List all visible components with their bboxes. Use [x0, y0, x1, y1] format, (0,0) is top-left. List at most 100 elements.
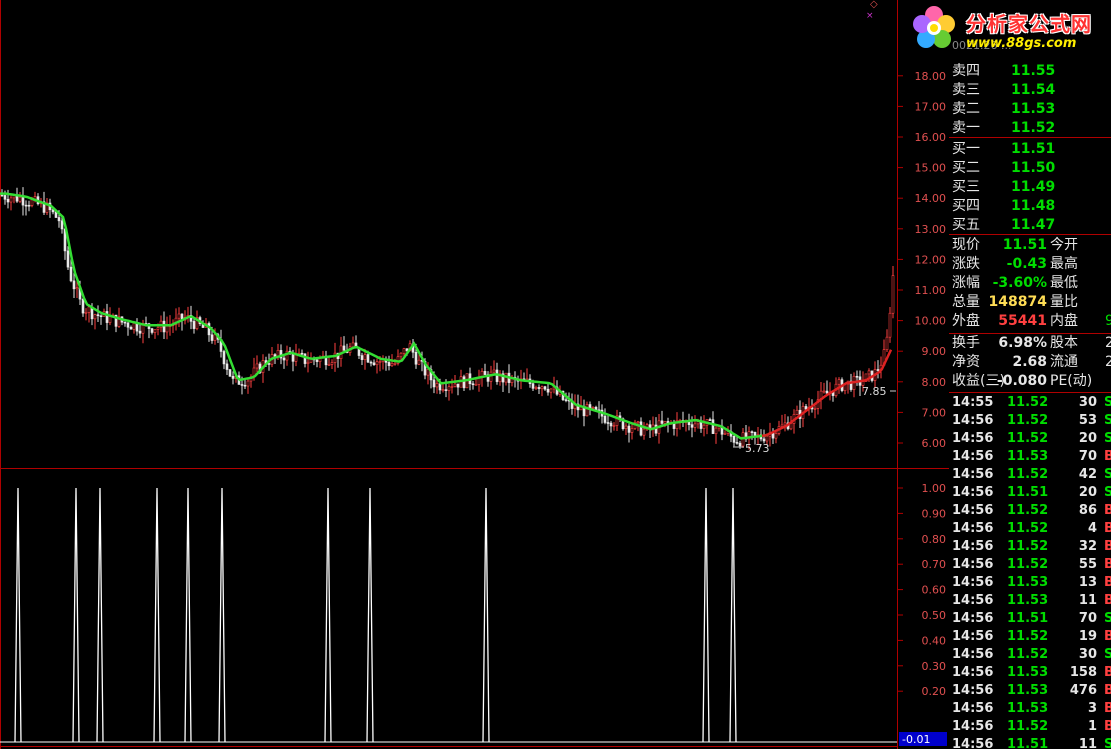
stat-row-jingzi[interactable]: 净资 2.68 流通 2	[949, 353, 1111, 372]
candle-body	[225, 363, 229, 370]
tick-row[interactable]: 14:56 11.51 11 S	[949, 736, 1111, 749]
tick-row[interactable]: 14:56 11.53 13 B	[949, 574, 1111, 592]
bid-row[interactable]: 买四 11.48	[949, 197, 1111, 216]
tick-time: 14:56	[952, 629, 994, 644]
stat-row-zongliang[interactable]: 总量 148874 量比	[949, 293, 1111, 312]
tick-row[interactable]: 14:56 11.53 158 B	[949, 664, 1111, 682]
candle-body	[453, 383, 457, 387]
stat-value-zhangdie: -0.43	[1006, 256, 1047, 272]
candle-body	[156, 327, 160, 330]
tick-row[interactable]: 14:56 11.52 1 B	[949, 718, 1111, 736]
candle-body	[813, 408, 817, 410]
signal-spike	[324, 487, 332, 743]
tick-row[interactable]: 14:56 11.52 86 B	[949, 502, 1111, 520]
tick-side: S	[1104, 413, 1111, 428]
tick-side: B	[1104, 719, 1111, 734]
candle-body	[471, 383, 475, 386]
tick-row[interactable]: 14:56 11.52 42 S	[949, 466, 1111, 484]
candle-body	[303, 353, 307, 364]
tick-price: 11.52	[1007, 539, 1049, 554]
tick-row[interactable]: 14:56 11.52 30 S	[949, 646, 1111, 664]
tick-row[interactable]: 14:56 11.52 4 B	[949, 520, 1111, 538]
candle-body	[105, 311, 109, 323]
candle-body	[492, 369, 496, 373]
candle-body	[165, 325, 169, 333]
ask-row[interactable]: 卖一 11.52	[949, 119, 1111, 138]
tick-volume: 20	[1078, 431, 1097, 446]
candle-body	[462, 376, 466, 389]
tick-row[interactable]: 14:56 11.53 476 B	[949, 682, 1111, 700]
tick-row[interactable]: 14:56 11.52 53 S	[949, 412, 1111, 430]
ask-row[interactable]: 卖四 11.55	[949, 62, 1111, 81]
tick-row[interactable]: 14:56 11.51 20 S	[949, 484, 1111, 502]
stat-row-zhangdie[interactable]: 涨跌 -0.43 最高	[949, 255, 1111, 274]
indicator-tick-label: 0.30	[922, 660, 947, 673]
candle-body	[363, 354, 367, 360]
stat-value-zongliang: 148874	[988, 294, 1047, 310]
tick-volume: 20	[1078, 485, 1097, 500]
tick-price: 11.52	[1007, 647, 1049, 662]
tick-volume: 1	[1087, 719, 1097, 734]
tick-row[interactable]: 14:56 11.53 3 B	[949, 700, 1111, 718]
stat-row-zhangfu[interactable]: 涨幅 -3.60% 最低	[949, 274, 1111, 293]
tick-row[interactable]: 14:56 11.53 11 B	[949, 592, 1111, 610]
candle-body	[75, 287, 79, 290]
bid-row[interactable]: 买三 11.49	[949, 178, 1111, 197]
tick-row[interactable]: 14:55 11.52 30 S	[949, 394, 1111, 412]
tick-time: 14:56	[952, 449, 994, 464]
ask-row[interactable]: 卖三 11.54	[949, 81, 1111, 100]
bid-row[interactable]: 买一 11.51	[949, 140, 1111, 159]
tick-row[interactable]: 14:56 11.51 70 S	[949, 610, 1111, 628]
tick-side: B	[1104, 701, 1111, 716]
candle-body	[60, 220, 64, 230]
candle-body	[9, 197, 13, 203]
stat-label2-jingzi: 流通	[1050, 354, 1078, 370]
indicator-tick-label: 0.90	[922, 507, 947, 520]
tick-price: 11.51	[1007, 737, 1049, 749]
candle-body	[243, 384, 247, 387]
candle-body	[378, 361, 382, 363]
stat-label2-xianjia: 今开	[1050, 237, 1078, 253]
tick-time: 14:56	[952, 683, 994, 698]
candle-body	[531, 383, 535, 389]
stat-row-waipan[interactable]: 外盘 55441 内盘 9	[949, 312, 1111, 331]
stat-label-huanshou: 换手	[952, 335, 980, 351]
tick-side: S	[1104, 611, 1111, 626]
candle-body	[546, 388, 550, 393]
tick-side: S	[1104, 647, 1111, 662]
tick-row[interactable]: 14:56 11.52 19 B	[949, 628, 1111, 646]
signal-spike	[702, 487, 710, 743]
candle-body	[342, 345, 346, 351]
candle-body	[81, 298, 85, 314]
indicator-tick-label: 0.80	[922, 533, 947, 546]
tick-price: 11.51	[1007, 611, 1049, 626]
tick-volume: 55	[1078, 557, 1097, 572]
candle-body	[315, 359, 319, 362]
candle-body	[222, 351, 226, 365]
tick-row[interactable]: 14:56 11.52 20 S	[949, 430, 1111, 448]
tick-side: S	[1104, 431, 1111, 446]
bid-row[interactable]: 买二 11.50	[949, 159, 1111, 178]
tick-time: 14:56	[952, 521, 994, 536]
tick-row[interactable]: 14:56 11.52 55 B	[949, 556, 1111, 574]
signal-spike	[729, 487, 737, 743]
bid-row[interactable]: 买五 11.47	[949, 216, 1111, 235]
price-tick-label: 8.00	[922, 376, 947, 389]
tick-row[interactable]: 14:56 11.52 32 B	[949, 538, 1111, 556]
candle-body	[636, 421, 640, 424]
tick-volume: 32	[1078, 539, 1097, 554]
stat-label2-huanshou: 股本	[1050, 335, 1078, 351]
kline-chart[interactable]: 18.00 17.00 16.00 15.00 14.00 13.00 12.00 11.00…	[0, 0, 949, 749]
ask-price: 11.52	[1011, 120, 1056, 136]
stat-row-huanshou[interactable]: 换手 6.98% 股本 2	[949, 334, 1111, 353]
bid-price: 11.49	[1011, 179, 1056, 195]
close-x-icon[interactable]: ×	[866, 11, 874, 21]
stat-row-xianjia[interactable]: 现价 11.51 今开	[949, 236, 1111, 255]
ask-row[interactable]: 卖二 11.53	[949, 100, 1111, 119]
tick-time: 14:56	[952, 539, 994, 554]
bid-price: 11.48	[1011, 198, 1056, 214]
tick-time: 14:56	[952, 413, 994, 428]
tick-row[interactable]: 14:56 11.53 70 B	[949, 448, 1111, 466]
candle-body	[441, 389, 445, 391]
stat-row-shouyi[interactable]: 收益(三) -0.080 PE(动)	[949, 372, 1111, 391]
